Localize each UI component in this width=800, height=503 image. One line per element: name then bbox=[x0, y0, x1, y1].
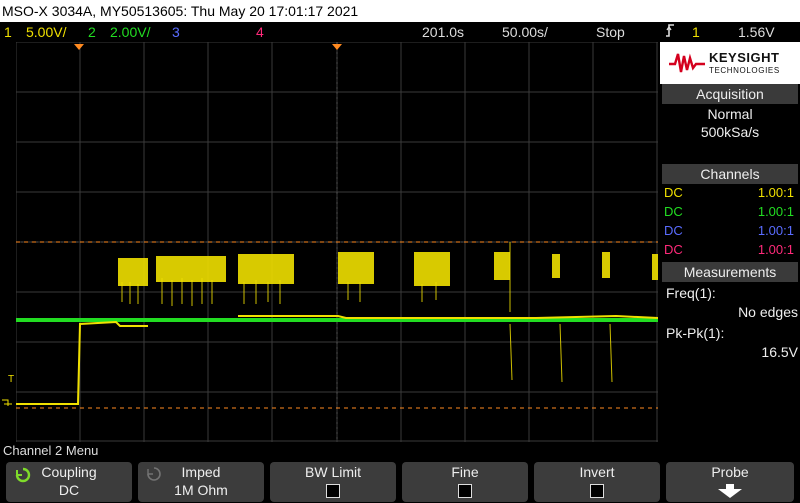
bw-limit-softkey[interactable]: BW Limit bbox=[270, 462, 396, 502]
probe-softkey[interactable]: Probe bbox=[666, 462, 794, 502]
invert-label: Invert bbox=[579, 464, 615, 480]
brand-word1: KEYSIGHT bbox=[709, 50, 780, 65]
keysight-wave-icon bbox=[669, 53, 705, 73]
imped-softkey[interactable]: Imped 1M Ohm bbox=[138, 462, 264, 502]
channel-row-4: DC 1.00:1 bbox=[664, 242, 794, 257]
bw-limit-checkbox[interactable] bbox=[326, 484, 340, 498]
ground-marker: T bbox=[0, 370, 16, 410]
ch1-scale[interactable]: 5.00V/ bbox=[26, 22, 66, 42]
window-title: MSO-X 3034A, MY50513605: Thu May 20 17:0… bbox=[2, 3, 359, 19]
imped-value: 1M Ohm bbox=[174, 482, 228, 498]
fine-checkbox[interactable] bbox=[458, 484, 472, 498]
ch4-number[interactable]: 4 bbox=[256, 22, 264, 42]
svg-text:T: T bbox=[8, 374, 14, 385]
imped-label: Imped bbox=[181, 464, 221, 480]
waveform-display bbox=[15, 41, 659, 442]
invert-checkbox[interactable] bbox=[590, 484, 604, 498]
window-title-bar: MSO-X 3034A, MY50513605: Thu May 20 17:0… bbox=[0, 0, 800, 22]
brand-word2: TECHNOLOGIES bbox=[709, 66, 780, 75]
time-offset[interactable]: 201.0s bbox=[422, 22, 464, 42]
acquisition-rate: 500kSa/s bbox=[700, 124, 760, 140]
trigger-edge-icon bbox=[664, 22, 676, 43]
channel-row-2: DC 1.00:1 bbox=[664, 204, 794, 219]
invert-softkey[interactable]: Invert bbox=[534, 462, 660, 502]
run-state[interactable]: Stop bbox=[596, 22, 625, 42]
ch1-number[interactable]: 1 bbox=[4, 22, 12, 42]
coupling-softkey[interactable]: Coupling DC bbox=[6, 462, 132, 502]
channel-row-3: DC 1.00:1 bbox=[664, 223, 794, 238]
bw-limit-label: BW Limit bbox=[305, 464, 361, 480]
menu-title: Channel 2 Menu bbox=[3, 443, 99, 458]
brand-logo: KEYSIGHT TECHNOLOGIES bbox=[660, 42, 800, 84]
channel-row-1: DC 1.00:1 bbox=[664, 185, 794, 200]
down-arrow-icon bbox=[716, 484, 744, 501]
ch2-scale[interactable]: 2.00V/ bbox=[110, 22, 150, 42]
acquisition-header: Acquisition bbox=[662, 84, 798, 104]
status-bar: 1 5.00V/ 2 2.00V/ 3 4 201.0s 50.00s/ Sto… bbox=[0, 22, 800, 42]
ch3-number[interactable]: 3 bbox=[172, 22, 180, 42]
channels-header: Channels bbox=[662, 164, 798, 184]
coupling-value: DC bbox=[58, 482, 80, 498]
time-scale[interactable]: 50.00s/ bbox=[502, 22, 548, 42]
fine-softkey[interactable]: Fine bbox=[402, 462, 528, 502]
freq-label: Freq(1): bbox=[666, 285, 716, 301]
freq-value: No edges bbox=[738, 304, 798, 320]
right-panel: KEYSIGHT TECHNOLOGIES Acquisition Normal… bbox=[660, 42, 800, 442]
trigger-level[interactable]: 1.56V bbox=[738, 22, 775, 42]
acquisition-mode: Normal bbox=[707, 106, 753, 122]
pkpk-label: Pk-Pk(1): bbox=[666, 325, 725, 341]
trigger-channel[interactable]: 1 bbox=[692, 22, 700, 42]
probe-label: Probe bbox=[711, 464, 749, 480]
pkpk-value: 16.5V bbox=[761, 344, 798, 360]
coupling-label: Coupling bbox=[41, 464, 97, 480]
fine-label: Fine bbox=[451, 464, 479, 480]
waveform-grid[interactable] bbox=[15, 41, 659, 442]
ch2-number[interactable]: 2 bbox=[88, 22, 96, 42]
measurements-header: Measurements bbox=[662, 262, 798, 282]
